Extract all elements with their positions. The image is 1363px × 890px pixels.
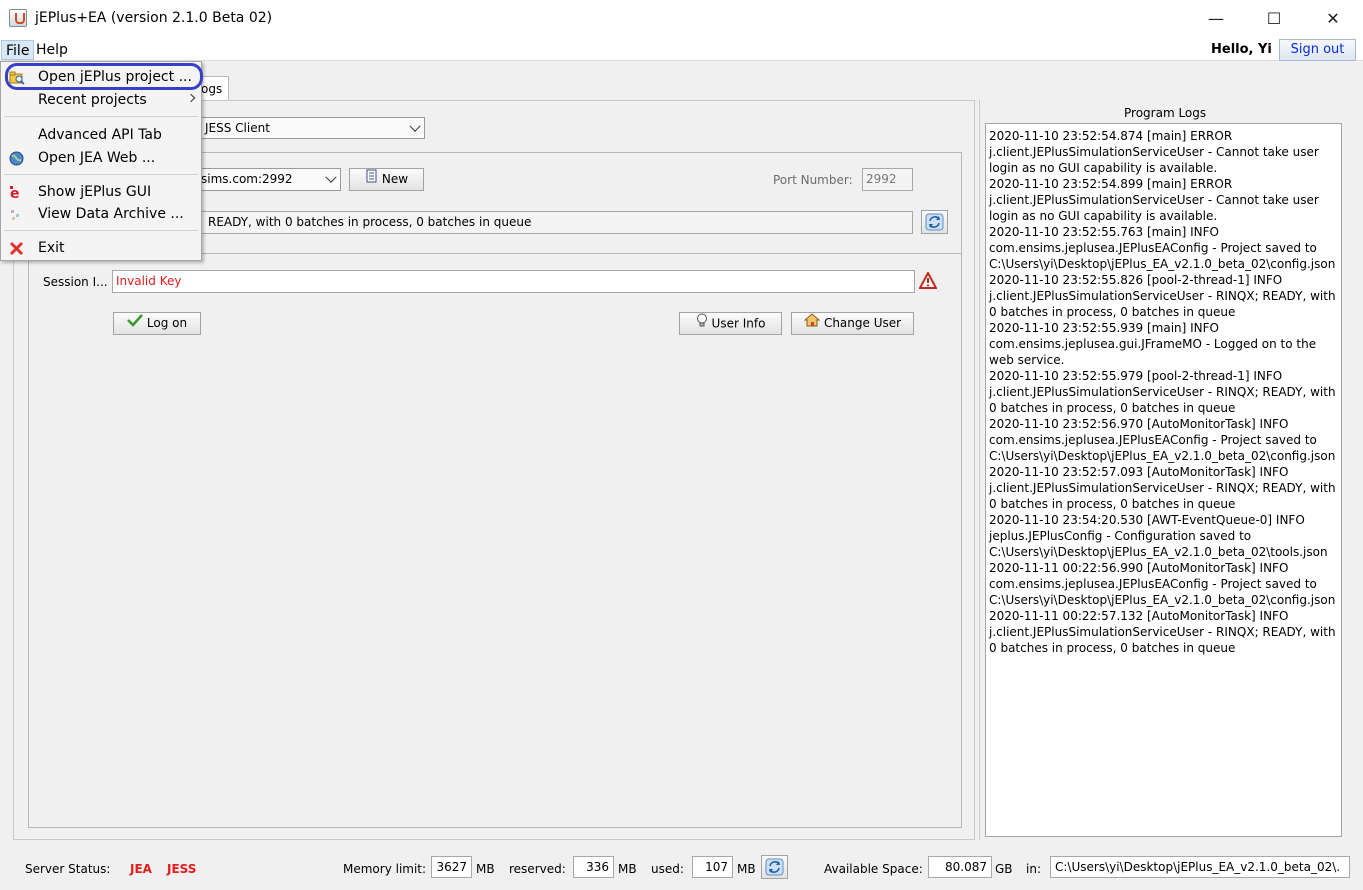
menu-item-recent-projects[interactable]: Recent projects bbox=[2, 89, 200, 111]
port-number-label: Port Number: bbox=[773, 173, 853, 187]
panel-splitter[interactable] bbox=[979, 100, 980, 840]
title-bar: jEPlus+EA (version 2.1.0 Beta 02) — ☐ ✕ bbox=[0, 0, 1363, 37]
menu-separator bbox=[4, 230, 198, 231]
reserved-label: reserved: bbox=[509, 862, 566, 876]
menu-item-label: Show jEPlus GUI bbox=[38, 184, 152, 200]
application-window: jEPlus+EA (version 2.1.0 Beta 02) — ☐ ✕ … bbox=[0, 0, 1363, 890]
client-type-select[interactable]: JESS Client bbox=[200, 117, 425, 139]
log-line: 2020-11-10 23:52:55.939 [main] INFO com.… bbox=[989, 321, 1317, 367]
minimize-button[interactable]: — bbox=[1187, 0, 1245, 37]
menu-item-show-jeplus-gui[interactable]: e Show jEPlus GUI bbox=[2, 181, 200, 203]
refresh-icon bbox=[925, 213, 944, 231]
server-status-field: READY, with 0 batches in process, 0 batc… bbox=[196, 211, 913, 234]
chevron-right-icon bbox=[186, 93, 196, 103]
menu-item-exit[interactable]: Exit bbox=[2, 237, 200, 259]
jea-status-badge: JEA bbox=[130, 862, 152, 876]
port-number-field[interactable]: 2992 bbox=[862, 168, 913, 191]
log-line: 2020-11-10 23:52:55.979 [pool-2-thread-1… bbox=[989, 369, 1336, 415]
log-line: 2020-11-10 23:52:57.093 [AutoMonitorTask… bbox=[989, 465, 1336, 511]
log-line: 2020-11-10 23:52:54.899 [main] ERROR j.c… bbox=[989, 177, 1319, 223]
session-id-field[interactable]: Invalid Key bbox=[112, 270, 915, 293]
log-line: 2020-11-11 00:22:56.990 [AutoMonitorTask… bbox=[989, 561, 1336, 607]
refresh-status-button[interactable] bbox=[921, 210, 948, 234]
memory-limit-field: 3627 bbox=[431, 856, 472, 878]
archive-icon bbox=[9, 207, 24, 222]
change-user-button[interactable]: Change User bbox=[791, 312, 914, 335]
new-server-button[interactable]: New bbox=[349, 168, 424, 191]
program-logs-textarea[interactable]: 2020-11-10 23:52:54.874 [main] ERROR j.c… bbox=[985, 123, 1342, 837]
used-field: 107 bbox=[692, 856, 733, 878]
log-line: 2020-11-10 23:52:55.763 [main] INFO com.… bbox=[989, 225, 1336, 271]
annotation-highlight-oval bbox=[5, 63, 203, 90]
available-space-field: 80.087 bbox=[928, 856, 992, 878]
client-type-value: JESS Client bbox=[205, 121, 270, 135]
jeplus-logo-icon: e bbox=[9, 185, 24, 202]
reserved-unit: MB bbox=[618, 862, 637, 876]
menu-item-advanced-api-tab[interactable]: Advanced API Tab bbox=[2, 124, 200, 146]
menu-item-label: Exit bbox=[38, 240, 65, 256]
log-line: 2020-11-10 23:52:56.970 [AutoMonitorTask… bbox=[989, 417, 1336, 463]
lightbulb-icon bbox=[696, 313, 708, 335]
close-icon bbox=[9, 241, 24, 256]
menu-item-open-jea-web[interactable]: Open JEA Web ... bbox=[2, 147, 200, 169]
new-button-label: New bbox=[381, 172, 409, 186]
used-unit: MB bbox=[737, 862, 756, 876]
menu-file[interactable]: File bbox=[1, 40, 35, 60]
chevron-down-icon bbox=[409, 120, 421, 132]
menu-item-label: Open JEA Web ... bbox=[38, 150, 156, 166]
home-icon bbox=[803, 313, 821, 334]
log-line: 2020-11-10 23:54:20.530 [AWT-EventQueue-… bbox=[989, 513, 1328, 559]
change-user-label: Change User bbox=[823, 316, 902, 330]
log-line: 2020-11-11 00:22:57.132 [AutoMonitorTask… bbox=[989, 609, 1336, 655]
jess-status-badge: JESS bbox=[167, 862, 197, 876]
user-greeting: Hello, Yi bbox=[1211, 42, 1272, 57]
log-on-button[interactable]: Log on bbox=[113, 312, 201, 335]
workspace-path-field: C:\Users\yi\Desktop\jEPlus_EA_v2.1.0_bet… bbox=[1050, 856, 1350, 878]
server-status-label: Server Status: bbox=[25, 862, 111, 876]
sign-out-button[interactable]: Sign out bbox=[1279, 39, 1356, 61]
file-menu-popup: Open jEPlus project ... Recent projects … bbox=[0, 61, 202, 261]
refresh-memory-button[interactable] bbox=[761, 855, 788, 879]
menu-separator bbox=[4, 116, 198, 117]
status-bar: Server Status: JEA JESS Memory limit: 36… bbox=[0, 850, 1363, 890]
menu-help[interactable]: Help bbox=[32, 40, 72, 60]
memory-limit-unit: MB bbox=[476, 862, 495, 876]
menu-bar: File Help Hello, Yi Sign out bbox=[0, 37, 1363, 61]
refresh-icon bbox=[765, 858, 784, 876]
chevron-down-icon bbox=[325, 171, 337, 183]
log-line: 2020-11-10 23:52:55.826 [pool-2-thread-1… bbox=[989, 273, 1336, 319]
warning-icon bbox=[918, 270, 938, 292]
menu-item-label: Recent projects bbox=[38, 92, 147, 108]
window-title: jEPlus+EA (version 2.1.0 Beta 02) bbox=[35, 10, 273, 26]
maximize-button[interactable]: ☐ bbox=[1245, 0, 1303, 37]
menu-separator bbox=[4, 174, 198, 175]
server-value: sims.com:2992 bbox=[201, 172, 293, 186]
server-select[interactable]: sims.com:2992 bbox=[196, 168, 341, 191]
java-app-icon bbox=[9, 9, 27, 27]
available-space-label: Available Space: bbox=[824, 862, 923, 876]
user-info-label: User Info bbox=[711, 316, 766, 331]
close-window-button[interactable]: ✕ bbox=[1304, 0, 1362, 37]
log-line: 2020-11-10 23:52:54.874 [main] ERROR j.c… bbox=[989, 129, 1319, 175]
globe-icon bbox=[9, 151, 24, 166]
checkmark-icon bbox=[126, 313, 143, 334]
menu-item-label: Advanced API Tab bbox=[38, 127, 162, 143]
server-status-text: READY, with 0 batches in process, 0 batc… bbox=[208, 215, 532, 229]
memory-limit-label: Memory limit: bbox=[343, 862, 427, 876]
available-space-unit: GB bbox=[995, 862, 1013, 876]
session-id-label: Session I... bbox=[43, 275, 108, 289]
new-document-icon bbox=[365, 169, 378, 190]
used-label: used: bbox=[651, 862, 684, 876]
program-logs-title: Program Logs bbox=[1124, 106, 1207, 120]
reserved-field: 336 bbox=[573, 856, 614, 878]
menu-item-view-data-archive[interactable]: View Data Archive ... bbox=[2, 203, 200, 225]
user-info-button[interactable]: User Info bbox=[679, 312, 782, 335]
menu-item-label: View Data Archive ... bbox=[38, 206, 184, 222]
in-label: in: bbox=[1026, 862, 1041, 876]
log-on-label: Log on bbox=[146, 316, 188, 330]
